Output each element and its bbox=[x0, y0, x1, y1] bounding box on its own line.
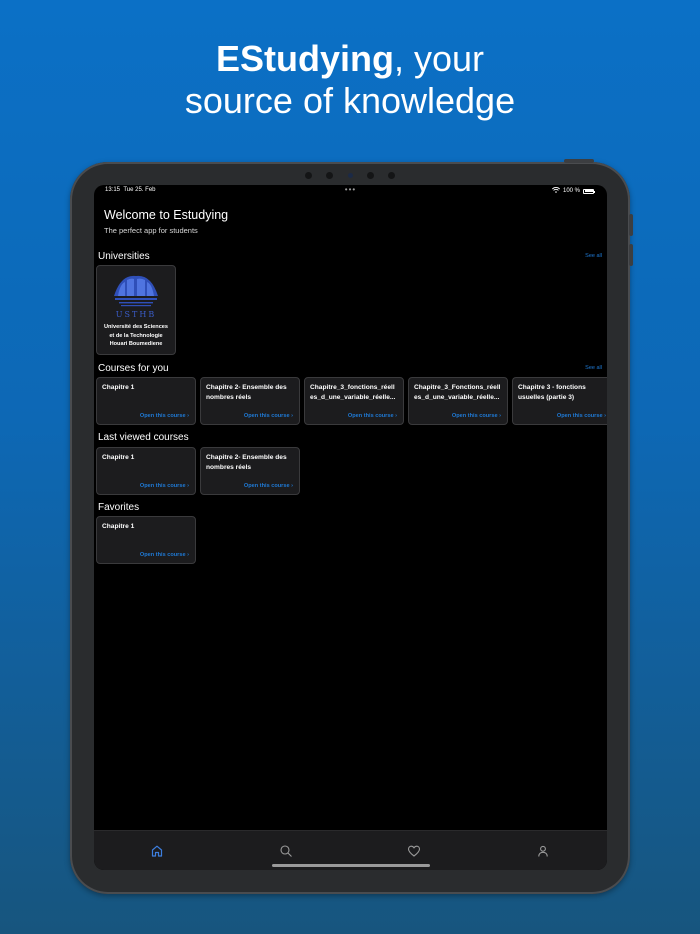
camera-lens bbox=[347, 172, 353, 178]
courses-see-all-link[interactable]: See all bbox=[585, 365, 602, 371]
course-card[interactable]: Chapitre_3_Fonctions_réelles_d_une_varia… bbox=[408, 377, 508, 425]
home-indicator[interactable] bbox=[271, 864, 430, 867]
tab-home[interactable] bbox=[150, 844, 164, 858]
usthb-logo: USTHB bbox=[111, 274, 161, 320]
logo-lettering: USTHB bbox=[116, 310, 156, 319]
power-button bbox=[564, 159, 594, 163]
battery-percent: 100 % bbox=[562, 188, 580, 194]
camera-bar bbox=[305, 171, 395, 179]
sensor-dot bbox=[388, 171, 395, 179]
course-title: Chapitre 1 bbox=[102, 454, 135, 461]
multitask-dots-icon[interactable]: ••• bbox=[345, 185, 356, 194]
welcome-subtitle: The perfect app for students bbox=[104, 226, 198, 235]
course-card[interactable]: Chapitre 1 Open this course › bbox=[96, 377, 196, 425]
university-name-line: Houari Boumediene bbox=[109, 341, 163, 347]
open-course-link[interactable]: Open this course › bbox=[348, 413, 397, 419]
promo-headline-line2: source of knowledge bbox=[184, 80, 516, 121]
sensor-dot bbox=[305, 171, 312, 179]
universities-title: Universities bbox=[98, 251, 150, 262]
university-card[interactable]: USTHB Université des Sciences et de la T… bbox=[96, 265, 176, 355]
course-card[interactable]: Chapitre 3 - fonctions usuelles (partie … bbox=[512, 377, 607, 425]
date-text: Tue 25. Feb bbox=[123, 187, 156, 193]
course-card[interactable]: Chapitre 1 Open this course › bbox=[96, 516, 196, 564]
volume-up-button bbox=[629, 214, 633, 236]
course-card[interactable]: Chapitre 2- Ensemble des nombres réels O… bbox=[200, 377, 300, 425]
course-title: Chapitre 2- Ensemble des nombres réels bbox=[206, 454, 287, 471]
courses-for-you-title: Courses for you bbox=[98, 363, 169, 374]
tab-profile[interactable] bbox=[536, 844, 550, 858]
status-right: 100 % bbox=[551, 187, 595, 195]
sensor-dot bbox=[366, 171, 374, 179]
course-title: Chapitre 1 bbox=[102, 523, 135, 530]
open-course-link[interactable]: Open this course › bbox=[557, 413, 606, 419]
course-title: Chapitre_3_fonctions_réelles_d_une_varia… bbox=[310, 384, 396, 401]
course-card[interactable]: Chapitre 2- Ensemble des nombres réels O… bbox=[200, 447, 300, 495]
promo-headline: EStudying, your source of knowledge bbox=[0, 38, 700, 122]
favorites-title: Favorites bbox=[98, 502, 140, 513]
open-course-link[interactable]: Open this course › bbox=[140, 483, 189, 489]
wifi-icon bbox=[551, 187, 561, 195]
status-time: 13:15 Tue 25. Feb bbox=[105, 187, 156, 193]
headline-rest: , your bbox=[393, 38, 485, 79]
home-icon bbox=[151, 845, 163, 857]
open-course-link[interactable]: Open this course › bbox=[452, 413, 501, 419]
universities-see-all-link[interactable]: See all bbox=[585, 253, 602, 259]
status-bar: 13:15 Tue 25. Feb ••• 100 % bbox=[94, 185, 607, 197]
last-viewed-title: Last viewed courses bbox=[98, 432, 189, 443]
course-card[interactable]: Chapitre_3_fonctions_réelles_d_une_varia… bbox=[304, 377, 404, 425]
search-icon bbox=[280, 845, 292, 857]
promo-headline-line1: EStudying, your bbox=[0, 38, 700, 80]
tab-search[interactable] bbox=[279, 844, 293, 858]
course-card[interactable]: Chapitre 1 Open this course › bbox=[96, 447, 196, 495]
brand-name: EStudying bbox=[215, 38, 394, 79]
volume-down-button bbox=[629, 244, 633, 266]
tab-bar bbox=[94, 830, 607, 870]
sensor-dot bbox=[326, 171, 334, 179]
battery-icon bbox=[583, 188, 595, 194]
open-course-link[interactable]: Open this course › bbox=[140, 552, 189, 558]
course-title: Chapitre_3_Fonctions_réelles_d_une_varia… bbox=[414, 384, 501, 401]
open-course-link[interactable]: Open this course › bbox=[140, 413, 189, 419]
heart-icon bbox=[407, 845, 421, 857]
welcome-title: Welcome to Estudying bbox=[104, 208, 229, 222]
welcome-header: Welcome to Estudying The perfect app for… bbox=[104, 208, 228, 235]
time-text: 13:15 bbox=[105, 187, 121, 193]
tab-favorites[interactable] bbox=[407, 844, 421, 858]
open-course-link[interactable]: Open this course › bbox=[244, 413, 293, 419]
university-name: Université des Sciences et de la Technol… bbox=[97, 323, 175, 349]
course-title: Chapitre 1 bbox=[102, 384, 135, 391]
university-name-line: Université des Sciences bbox=[103, 324, 169, 330]
person-icon bbox=[538, 845, 548, 857]
course-title: Chapitre 3 - fonctions usuelles (partie … bbox=[518, 384, 586, 401]
app-screen: 13:15 Tue 25. Feb ••• 100 % Welcome to E… bbox=[94, 185, 607, 870]
course-title: Chapitre 2- Ensemble des nombres réels bbox=[206, 384, 287, 401]
university-name-line: et de la Technologie bbox=[109, 332, 163, 339]
open-course-link[interactable]: Open this course › bbox=[244, 483, 293, 489]
